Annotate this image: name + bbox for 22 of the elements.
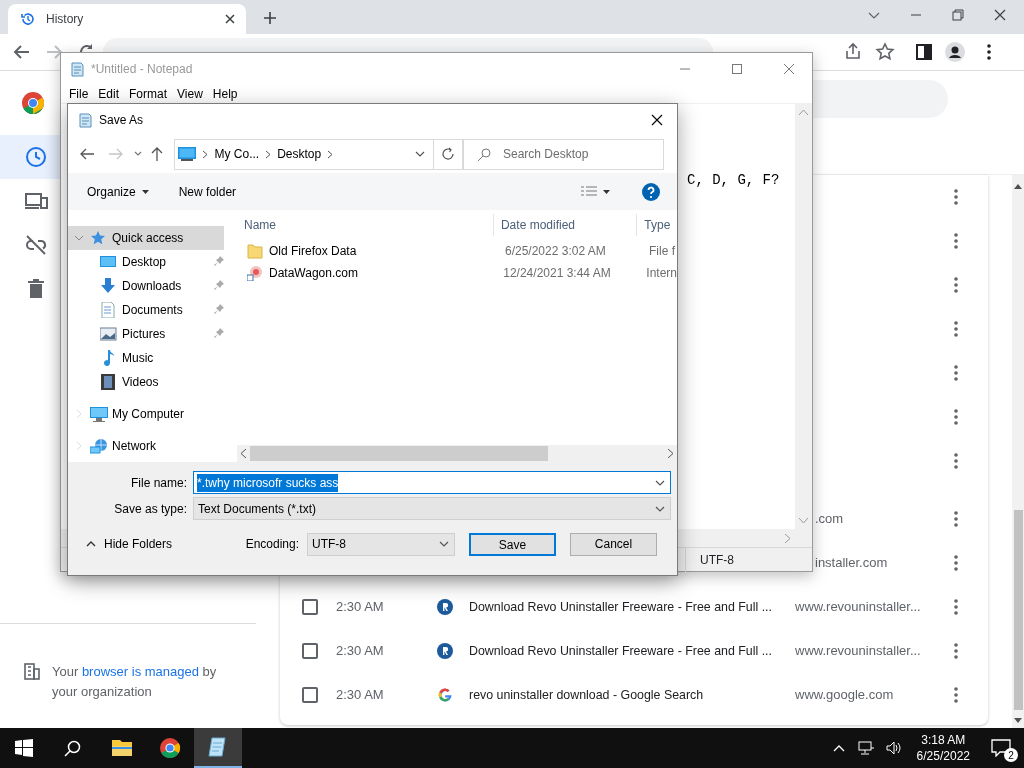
page-url: .com [815, 510, 844, 529]
file-type: Intern [645, 265, 677, 282]
field-label: Encoding: [245, 536, 299, 553]
visit-time: 2:30 AM [336, 598, 385, 617]
text-content: C, D, G, F? [687, 172, 780, 188]
notification-count: 2 [1004, 748, 1018, 762]
visit-time: 2:30 AM [336, 642, 385, 661]
dialog-title: Save As [99, 111, 145, 129]
file-date: 12/24/2021 3:44 AM [502, 265, 612, 282]
file-type: File f [648, 243, 675, 260]
page-url: www.revouninstaller... [795, 642, 921, 661]
page-url: www.revouninstaller... [795, 598, 921, 617]
page-url: www.google.com [795, 686, 894, 705]
visit-time: 2:30 AM [336, 686, 385, 705]
tab-title: History [46, 11, 85, 28]
field-label: File name: [129, 474, 188, 492]
field-label: Save as type: [113, 500, 188, 518]
page-url: installer.com [815, 554, 888, 573]
managed-notice: Your browser is managed by your organization [52, 663, 218, 701]
file-date: 6/25/2022 3:02 AM [504, 243, 607, 260]
window-title: *Untitled - Notepad [91, 61, 194, 78]
encoding-status: UTF-8 [685, 547, 734, 572]
